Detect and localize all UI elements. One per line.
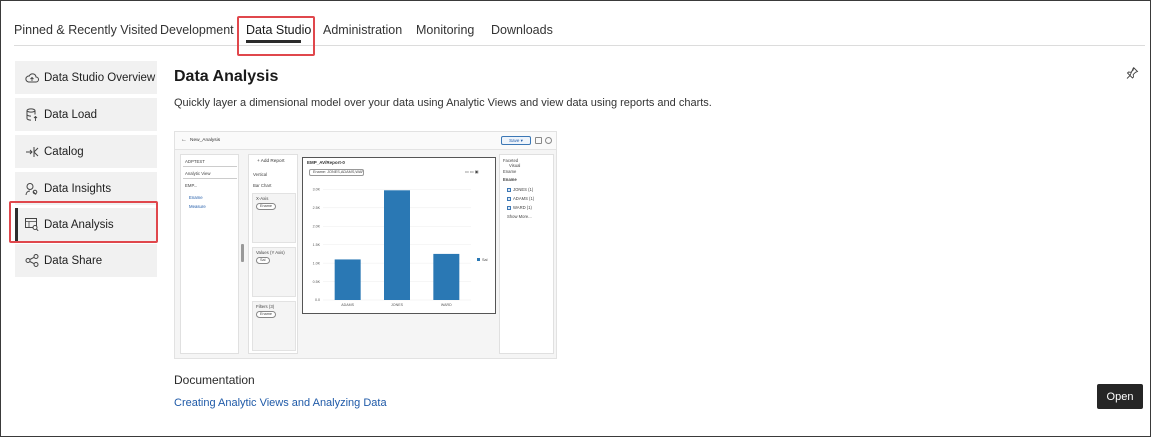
preview-xaxis-box: X-Axis Ename — [252, 193, 296, 243]
preview-tree-item: Ename — [189, 195, 203, 200]
tab-administration[interactable]: Administration — [323, 23, 402, 37]
preview-x-tick-label: WARD — [441, 303, 452, 307]
preview-dropdown — [183, 171, 237, 179]
preview-dropdown — [183, 159, 237, 167]
share-icon — [25, 254, 39, 268]
preview-bar-adams — [334, 259, 361, 300]
preview-analysis-name: New_Analysis — [190, 138, 221, 143]
pin-icon[interactable] — [1125, 66, 1139, 80]
feature-preview-screenshot: ← New_Analysis Save ▾ ADPTEST Analytic V… — [174, 131, 557, 359]
preview-chart-card: EMP_AV/Report-0 Ename: JONES,ADAMS,WARD … — [302, 157, 496, 314]
preview-y-tick-label: 1.0K — [313, 261, 321, 265]
sidebar-item-label: Data Studio Overview — [44, 71, 156, 84]
sidebar-item-data-insights[interactable]: Data Insights — [15, 172, 157, 205]
preview-chart-filter: Ename: JONES,ADAMS,WARD — [309, 169, 364, 176]
preview-facet-member: ADAMS (1) — [507, 196, 534, 201]
preview-xaxis-label: X-Axis — [256, 196, 269, 201]
preview-chart-title: EMP_AV/Report-0 — [307, 160, 345, 165]
preview-y-tick-label: 0.0 — [315, 298, 320, 302]
tab-data-studio[interactable]: Data Studio — [246, 23, 311, 37]
preview-chart-type: Bar Chart — [253, 183, 272, 188]
preview-xaxis-pill: Ename — [256, 203, 277, 210]
sidebar-item-label: Data Load — [44, 108, 98, 121]
documentation-heading: Documentation — [174, 373, 255, 387]
tab-monitoring[interactable]: Monitoring — [416, 23, 474, 37]
insights-search-icon — [25, 182, 39, 196]
sidebar-item-data-studio-overview[interactable]: Data Studio Overview — [15, 61, 157, 94]
preview-bar-chart: 0.0 0.5K 1.0K 1.5K 2.0K 2.5K 3.0K ADAMS JONES WAR… — [313, 188, 488, 307]
sidebar-item-data-share[interactable]: Data Share — [15, 244, 157, 277]
preview-filters-pill: Ename — [256, 311, 277, 318]
preview-toolbar: ← New_Analysis Save ▾ — [175, 132, 556, 150]
preview-chart-icons: ▭ ▭ ▣ — [465, 169, 479, 174]
open-button[interactable]: Open — [1097, 384, 1143, 409]
preview-x-tick-label: JONES — [391, 303, 404, 307]
tab-downloads[interactable]: Downloads — [491, 23, 553, 37]
preview-add-report: + Add Report — [257, 158, 285, 163]
sidebar-item-label: Catalog — [44, 145, 84, 158]
preview-facet-heading: Ename — [503, 177, 517, 182]
preview-legend-label: Sal — [482, 258, 488, 262]
preview-print-icon — [535, 137, 542, 144]
preview-values-box: Values (Y Axis) Sal — [252, 247, 296, 297]
preview-y-tick-label: 2.0K — [313, 224, 321, 228]
database-upload-icon — [25, 107, 39, 122]
preview-visual: Visual — [509, 163, 521, 168]
preview-settings-icon — [545, 137, 552, 144]
page-description: Quickly layer a dimensional model over y… — [174, 97, 712, 109]
preview-save-button: Save ▾ — [501, 136, 531, 145]
sidebar-item-catalog[interactable]: Catalog — [15, 135, 157, 168]
preview-source: EMP... — [185, 183, 198, 188]
preview-tree-item: Measure — [189, 204, 206, 209]
preview-source-panel: ADPTEST Analytic View EMP... Ename Measu… — [180, 154, 239, 354]
preview-filters-label: Filters (3) — [256, 304, 275, 309]
sidebar-item-label: Data Insights — [44, 182, 112, 195]
preview-facet-member: JONES (1) — [507, 187, 533, 192]
preview-y-tick-label: 3.0K — [313, 188, 321, 192]
back-arrow-icon: ← — [181, 137, 187, 143]
active-tab-indicator — [246, 40, 301, 43]
window-frame — [0, 0, 1151, 437]
preview-values-pill: Sal — [256, 257, 270, 264]
preview-y-tick-label: 1.5K — [313, 243, 321, 247]
preview-values-label: Values (Y Axis) — [256, 250, 285, 255]
preview-x-tick-label: ADAMS — [341, 303, 354, 307]
documentation-link[interactable]: Creating Analytic Views and Analyzing Da… — [174, 397, 387, 409]
catalog-icon — [25, 145, 39, 159]
preview-orientation: Vertical — [253, 172, 268, 177]
page-title: Data Analysis — [174, 68, 279, 85]
preview-report-config-panel: + Add Report Vertical Bar Chart X-Axis E… — [248, 154, 298, 354]
sidebar-item-data-analysis[interactable]: Data Analysis — [15, 208, 157, 241]
sidebar-item-label: Data Share — [44, 254, 103, 267]
top-tab-bar: Pinned & Recently Visited Development Da… — [14, 18, 1145, 46]
preview-facet-header: Ename — [503, 169, 517, 174]
preview-show-more: Show More... — [507, 214, 532, 219]
preview-facet-member: WARD (1) — [507, 205, 532, 210]
preview-filters-box: Filters (3) Ename — [252, 301, 296, 351]
cloud-icon — [25, 71, 39, 85]
preview-y-tick-label: 0.5K — [313, 280, 321, 284]
preview-facet-panel: Faceted Visual Ename Ename JONES (1) ADA… — [499, 154, 554, 354]
preview-y-tick-label: 2.5K — [313, 206, 321, 210]
analysis-icon — [25, 218, 39, 232]
sidebar-item-label: Data Analysis — [44, 218, 114, 231]
preview-legend-swatch — [477, 258, 480, 261]
sidebar-item-data-load[interactable]: Data Load — [15, 98, 157, 131]
preview-bar-ward — [433, 253, 460, 300]
preview-bar-jones — [384, 190, 410, 300]
tab-pinned-recently-visited[interactable]: Pinned & Recently Visited — [14, 23, 158, 37]
tab-development[interactable]: Development — [160, 23, 234, 37]
preview-splitter — [241, 244, 244, 262]
